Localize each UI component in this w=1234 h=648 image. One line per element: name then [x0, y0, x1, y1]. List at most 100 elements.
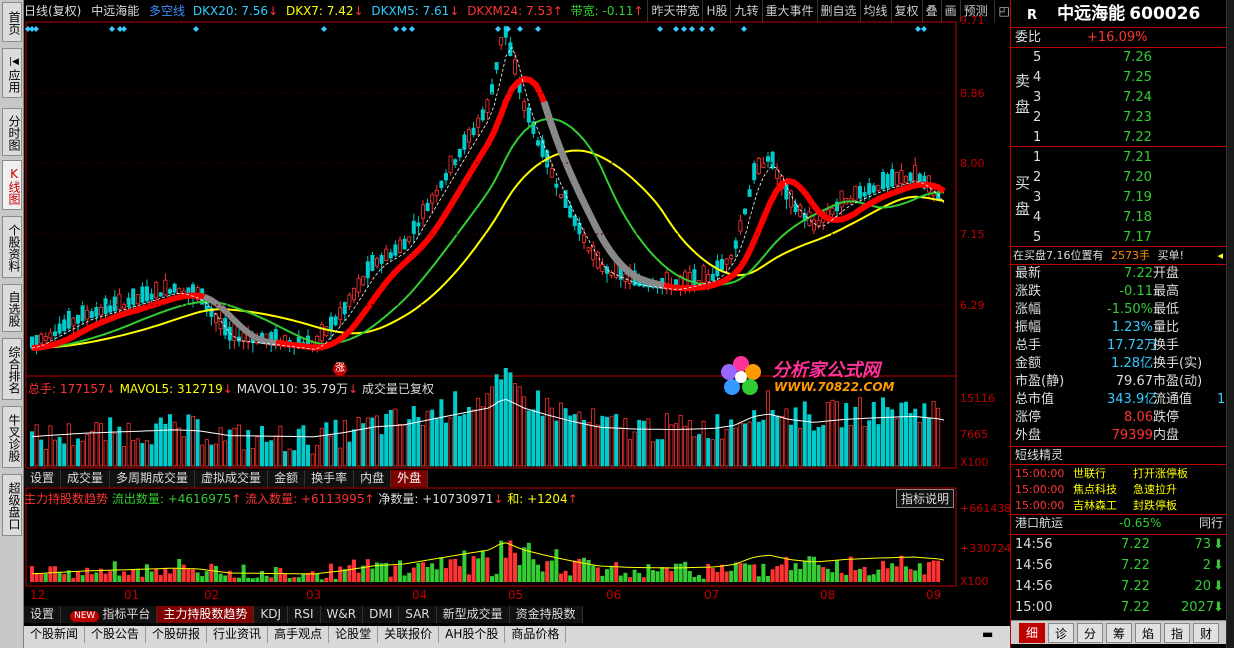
elf-title[interactable]: 短线精灵	[1011, 446, 1227, 465]
news-tab-commodity[interactable]: 商品价格	[505, 626, 567, 643]
btn-yesterday-bandwidth[interactable]: 昨天带宽	[647, 0, 702, 22]
btn-draw[interactable]: 画	[940, 0, 960, 22]
signal-diamond-icon	[673, 26, 679, 32]
vol-tab-turnover[interactable]: 换手率	[305, 470, 355, 487]
news-tab-stock-news[interactable]: 个股新闻	[24, 626, 86, 643]
vol-tab-outer[interactable]: 外盘	[391, 470, 429, 487]
mainforce-bar	[825, 568, 830, 582]
bottom-tab[interactable]: 指	[1164, 623, 1190, 643]
candle-body	[858, 186, 863, 199]
volume-bar	[853, 406, 858, 467]
nav-diagnosis[interactable]: 牛叉诊股	[2, 406, 22, 468]
news-tab-announcement[interactable]: 个股公告	[85, 626, 147, 643]
volume-bar	[890, 409, 895, 467]
mainforce-bar	[168, 573, 172, 582]
volume-bar	[600, 415, 605, 467]
sector-name[interactable]: 港口航运	[1015, 514, 1063, 533]
candle-body	[76, 314, 81, 324]
collapse-icon[interactable]: ▬	[982, 626, 993, 643]
volume-bar	[177, 427, 182, 467]
news-tab-industry[interactable]: 行业资讯	[207, 626, 269, 643]
nav-watchlist[interactable]: 自选股	[2, 284, 22, 332]
candle-body	[904, 175, 909, 183]
nav-timeshare[interactable]: 分时图	[2, 108, 22, 156]
down-arrow-icon: ↓	[449, 4, 460, 18]
indicator-name[interactable]: 多空线	[149, 4, 185, 18]
vol-tab-virtual[interactable]: 虚拟成交量	[195, 470, 269, 487]
news-tab-research[interactable]: 个股研报	[146, 626, 208, 643]
candle-body	[411, 220, 416, 235]
news-tab-expert[interactable]: 高手观点	[268, 626, 330, 643]
btn-hshare[interactable]: H股	[702, 0, 730, 22]
ind-tab-new-volume[interactable]: 新型成交量	[436, 606, 510, 623]
vol-tab-settings[interactable]: 设置	[24, 470, 62, 487]
ind-tab-main-force[interactable]: 主力持股数趋势	[157, 606, 255, 623]
mainforce-bar	[269, 577, 274, 582]
volume-bar	[278, 425, 283, 467]
flower-logo-icon	[721, 356, 761, 395]
volume-bar	[563, 408, 568, 467]
vol-tab-inner[interactable]: 内盘	[354, 470, 392, 487]
nav-apps[interactable]: |◀ 应用	[2, 48, 22, 98]
sound-icon[interactable]: ◂	[1217, 246, 1223, 265]
volume-bar	[536, 390, 541, 467]
volume-bar	[835, 401, 840, 467]
volume-bar	[715, 414, 720, 467]
vol-tab-amount[interactable]: 金额	[268, 470, 306, 487]
stat-value: 79.67	[1115, 374, 1153, 389]
mainforce-bar	[729, 570, 734, 582]
bottom-tab[interactable]: 诊	[1048, 623, 1074, 643]
nav-home[interactable]: 首页	[2, 2, 22, 42]
btn-overlay[interactable]: 叠	[921, 0, 941, 22]
vol-tab-multi[interactable]: 多周期成交量	[110, 470, 196, 487]
mavol5-value: MAVOL5: 312719	[119, 382, 223, 396]
vertical-scrollbar[interactable]	[1226, 0, 1234, 648]
news-tab-related[interactable]: 关联报价	[378, 626, 440, 643]
period-label[interactable]: 日线(复权)	[24, 4, 81, 18]
ind-tab-rsi[interactable]: RSI	[288, 606, 321, 623]
mainforce-bar	[126, 574, 131, 582]
bottom-tab[interactable]: 焰	[1135, 623, 1161, 643]
elf-stock[interactable]: 吉林森工	[1073, 496, 1117, 515]
news-tab-ah[interactable]: AH股个股	[439, 626, 506, 643]
ind-tab-fund-holding[interactable]: 资金持股数	[509, 606, 583, 623]
volume-bar	[393, 408, 398, 467]
mainforce-bar	[250, 578, 255, 582]
mainforce-bar	[927, 562, 931, 582]
nav-super-quote[interactable]: 超级盘口	[2, 474, 22, 536]
volume-bar	[416, 417, 421, 467]
nav-ranking[interactable]: 综合排名	[2, 338, 22, 400]
bottom-tab[interactable]: 细	[1019, 623, 1045, 643]
ind-tab-wr[interactable]: W&R	[320, 606, 364, 623]
mainforce-bar	[329, 563, 333, 582]
indicator-help-button[interactable]: 指标说明	[896, 489, 955, 508]
ind-tab-dmi[interactable]: DMI	[363, 606, 400, 623]
bid-action: 买单!	[1157, 249, 1184, 262]
bottom-tab[interactable]: 筹	[1106, 623, 1132, 643]
btn-major-events[interactable]: 重大事件	[761, 0, 817, 22]
peers-button[interactable]: 同行	[1199, 514, 1223, 533]
nav-stock-profile[interactable]: 个股资料	[2, 216, 22, 278]
vol-tab-volume[interactable]: 成交量	[61, 470, 111, 487]
btn-nine-turn[interactable]: 九转	[730, 0, 761, 22]
news-tab-forum[interactable]: 论股堂	[329, 626, 379, 643]
volume-bar	[324, 422, 329, 467]
ind-tab-platform[interactable]: NEW 指标平台	[61, 606, 158, 623]
kline-chart[interactable]	[24, 20, 1010, 648]
bottom-tab[interactable]: 财	[1193, 623, 1219, 643]
mainforce-bar	[701, 578, 706, 582]
volume-bar	[347, 441, 352, 467]
ind-tab-sar[interactable]: SAR	[399, 606, 437, 623]
btn-restore-rights[interactable]: 复权	[890, 0, 922, 22]
bottom-tab[interactable]: 分	[1077, 623, 1103, 643]
volume-bar	[232, 427, 237, 467]
ind-tab-kdj[interactable]: KDJ	[254, 606, 289, 623]
btn-ma[interactable]: 均线	[859, 0, 891, 22]
volume-bar	[374, 415, 379, 467]
ind-tab-settings[interactable]: 设置	[24, 606, 62, 623]
mainforce-bar	[766, 575, 770, 582]
nav-kline[interactable]: K线图	[2, 160, 22, 210]
mainforce-bar	[480, 550, 485, 582]
volume-bar	[292, 450, 297, 467]
btn-remove-watchlist[interactable]: 删自选	[816, 0, 860, 22]
